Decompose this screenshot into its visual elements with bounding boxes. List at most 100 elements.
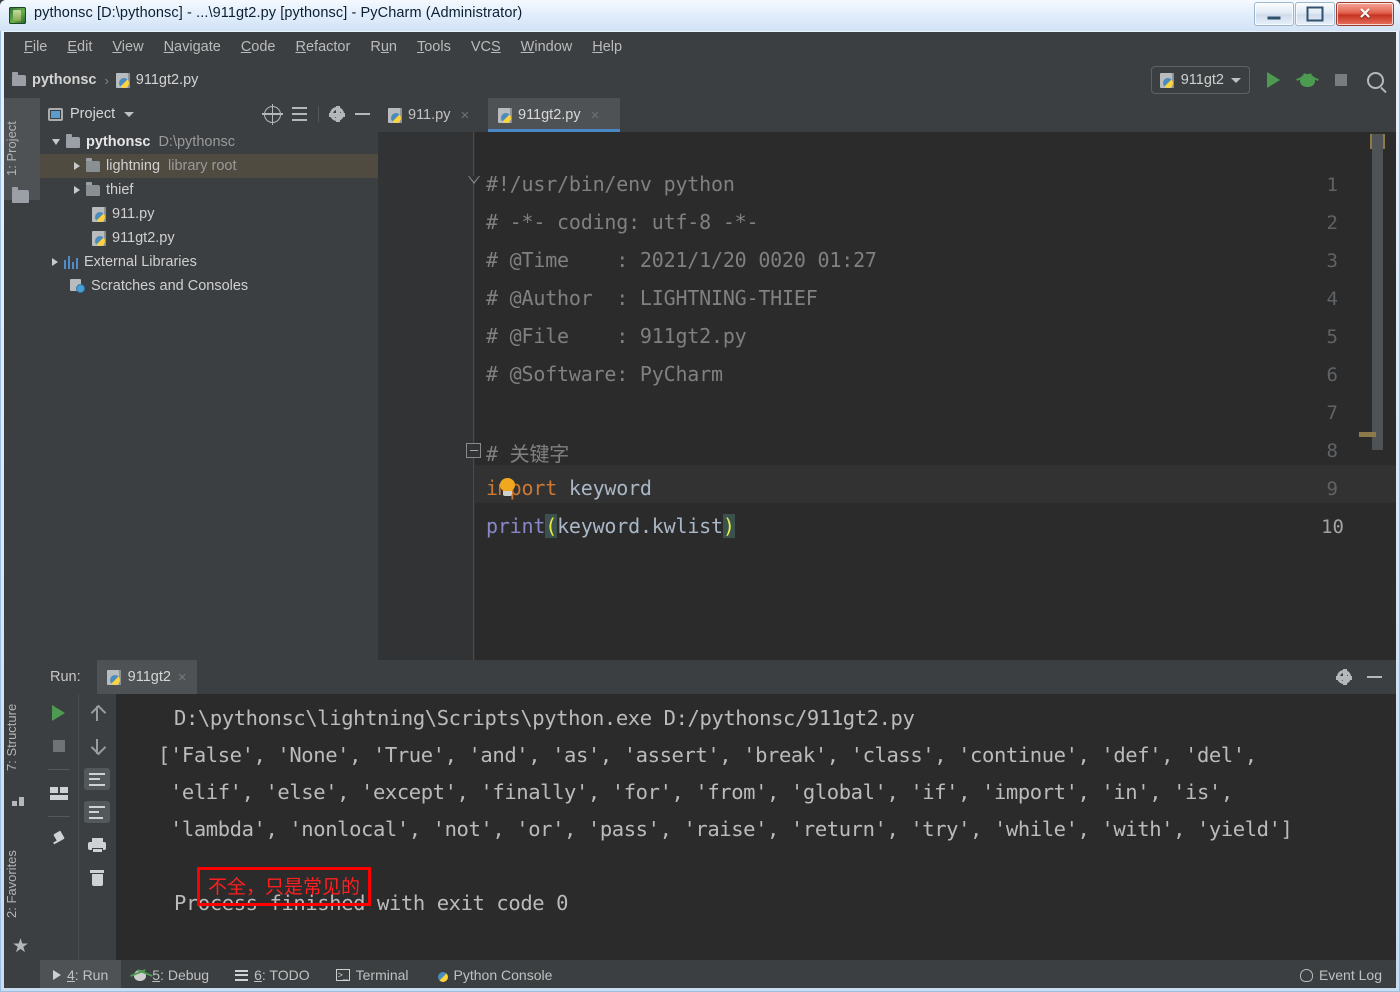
code-area[interactable]: 1 2 3 4 5 6 7 8 9 10 #!/usr/bin/env pyth… (378, 132, 1396, 660)
menu-view[interactable]: View (102, 36, 153, 58)
search-button[interactable] (1364, 69, 1386, 91)
left-tool-strip: 1: Project 7: Structure 2: Favorites ★ (4, 98, 41, 988)
menu-navigate[interactable]: Navigate (154, 36, 231, 58)
scroll-down-button[interactable] (84, 735, 110, 757)
python-icon (435, 969, 448, 982)
run-toolbar-col-left (40, 694, 78, 960)
layout-button[interactable] (46, 782, 72, 804)
editor-gutter[interactable] (378, 132, 475, 660)
python-file-icon (498, 107, 512, 123)
editor-scrollbar[interactable] (1372, 134, 1383, 450)
editor-tab-911-py[interactable]: 911.py × (378, 98, 488, 132)
folder-icon (12, 71, 26, 86)
layout-icon (49, 786, 68, 800)
menu-vcs[interactable]: VCS (461, 36, 511, 58)
editor-tab-911gt2-py[interactable]: 911gt2.py × (488, 98, 620, 132)
collapse-all-icon[interactable] (292, 107, 307, 121)
sidebar-tab-project[interactable]: 1: Project (4, 98, 40, 200)
clear-all-button[interactable] (84, 867, 110, 889)
arrow-down-icon (96, 738, 99, 754)
tree-item-911-py[interactable]: 911.py (40, 202, 378, 226)
close-icon[interactable]: × (591, 107, 600, 124)
run-button[interactable] (1262, 69, 1284, 91)
menu-tools[interactable]: Tools (407, 36, 461, 58)
menu-refactor[interactable]: Refactor (286, 36, 361, 58)
stop-button[interactable] (46, 735, 72, 757)
stop-icon (1335, 74, 1347, 86)
stop-button[interactable] (1330, 69, 1352, 91)
tab-python-console-label: Python Console (453, 967, 553, 983)
code-open-paren: ( (545, 514, 558, 538)
menu-help[interactable]: Help (582, 36, 632, 58)
ide-root: File Edit View Navigate Code Refactor Ru… (4, 32, 1396, 988)
tab-run[interactable]: 4: Run (40, 960, 122, 988)
tab-python-console[interactable]: Python Console (422, 960, 566, 988)
menu-edit[interactable]: Edit (57, 36, 102, 58)
bottom-tool-tabs: 4: Run 5: Debug 6: TODO >_ Terminal Pyth… (40, 960, 1396, 988)
project-panel-title: Project (70, 106, 116, 122)
chevron-down-icon (52, 139, 60, 145)
python-file-icon (92, 230, 106, 246)
minimize-icon[interactable] (355, 113, 370, 115)
tab-terminal[interactable]: >_ Terminal (323, 960, 422, 988)
tab-debug[interactable]: 5: Debug (121, 960, 222, 988)
window-title: pythonsc [D:\pythonsc] - ...\911gt2.py [… (34, 5, 523, 21)
breadcrumb-file[interactable]: 911gt2.py (136, 72, 199, 88)
minimize-button[interactable] (1254, 2, 1294, 26)
scroll-to-end-button[interactable] (84, 801, 111, 823)
chevron-down-icon[interactable] (124, 111, 135, 117)
print-button[interactable] (84, 834, 110, 856)
tree-item-thief[interactable]: thief (40, 178, 378, 202)
minimize-icon[interactable] (1367, 676, 1382, 678)
arrow-up-icon (96, 705, 99, 721)
console-output[interactable]: D:\pythonsc\lightning\Scripts\python.exe… (116, 694, 1396, 960)
breadcrumb-project[interactable]: pythonsc (32, 72, 96, 88)
tree-item-label: thief (106, 182, 134, 198)
tree-item-911gt2-py[interactable]: 911gt2.py (40, 226, 378, 250)
menu-file[interactable]: File (14, 36, 57, 58)
gear-icon[interactable] (329, 106, 345, 122)
pycharm-icon (9, 7, 26, 24)
run-tab-911gt2[interactable]: 911gt2 × (96, 660, 197, 694)
intention-bulb-icon[interactable] (500, 478, 515, 497)
tree-item-label: External Libraries (84, 254, 197, 270)
chevron-down-icon (1231, 77, 1241, 83)
breadcrumb-separator: › (104, 72, 109, 88)
run-toolbar (40, 694, 116, 960)
soft-wrap-button[interactable] (84, 768, 111, 790)
sidebar-tab-favorites[interactable]: 2: Favorites (4, 820, 40, 948)
folder-icon (66, 133, 80, 148)
pin-button[interactable] (46, 829, 72, 851)
warning-stripe[interactable] (1359, 432, 1376, 437)
gear-icon[interactable] (1336, 669, 1352, 685)
tree-item-lightning[interactable]: lightning library root (40, 154, 378, 178)
tree-item-pythonsc[interactable]: pythonsc D:\pythonsc (40, 130, 378, 154)
menu-run[interactable]: Run (360, 36, 407, 58)
fold-marker-icon[interactable] (466, 443, 481, 458)
tree-item-external-libraries[interactable]: External Libraries (40, 250, 378, 274)
rerun-button[interactable] (46, 702, 72, 724)
menu-code[interactable]: Code (231, 36, 286, 58)
fold-marker-icon[interactable] (468, 176, 480, 184)
scroll-up-button[interactable] (84, 702, 110, 724)
sidebar-tab-structure[interactable]: 7: Structure (4, 674, 40, 800)
scroll-to-end-icon (89, 805, 106, 819)
module-folder-icon (86, 157, 100, 172)
print-icon (88, 837, 107, 853)
fold-guide-line (473, 132, 474, 660)
scroll-from-source-icon[interactable] (262, 103, 283, 125)
close-icon[interactable]: × (178, 669, 187, 686)
run-configuration-selector[interactable]: 911gt2 (1150, 66, 1250, 94)
close-button[interactable]: ✕ (1336, 2, 1394, 26)
tree-item-scratches[interactable]: Scratches and Consoles (40, 274, 378, 298)
debug-button[interactable] (1296, 69, 1318, 91)
tab-todo[interactable]: 6: TODO (222, 960, 323, 988)
event-log-button[interactable]: Event Log (1299, 967, 1396, 983)
maximize-button[interactable] (1295, 2, 1335, 26)
menu-window[interactable]: Window (511, 36, 583, 58)
line-number: 9 (1326, 478, 1338, 500)
run-panel: Run: 911gt2 × D:\pythonsc\lightning\Scri… (40, 660, 1396, 960)
code-line-6: # @Software: PyCharm (486, 362, 723, 386)
close-icon[interactable]: × (460, 107, 469, 124)
star-icon: ★ (12, 936, 30, 957)
